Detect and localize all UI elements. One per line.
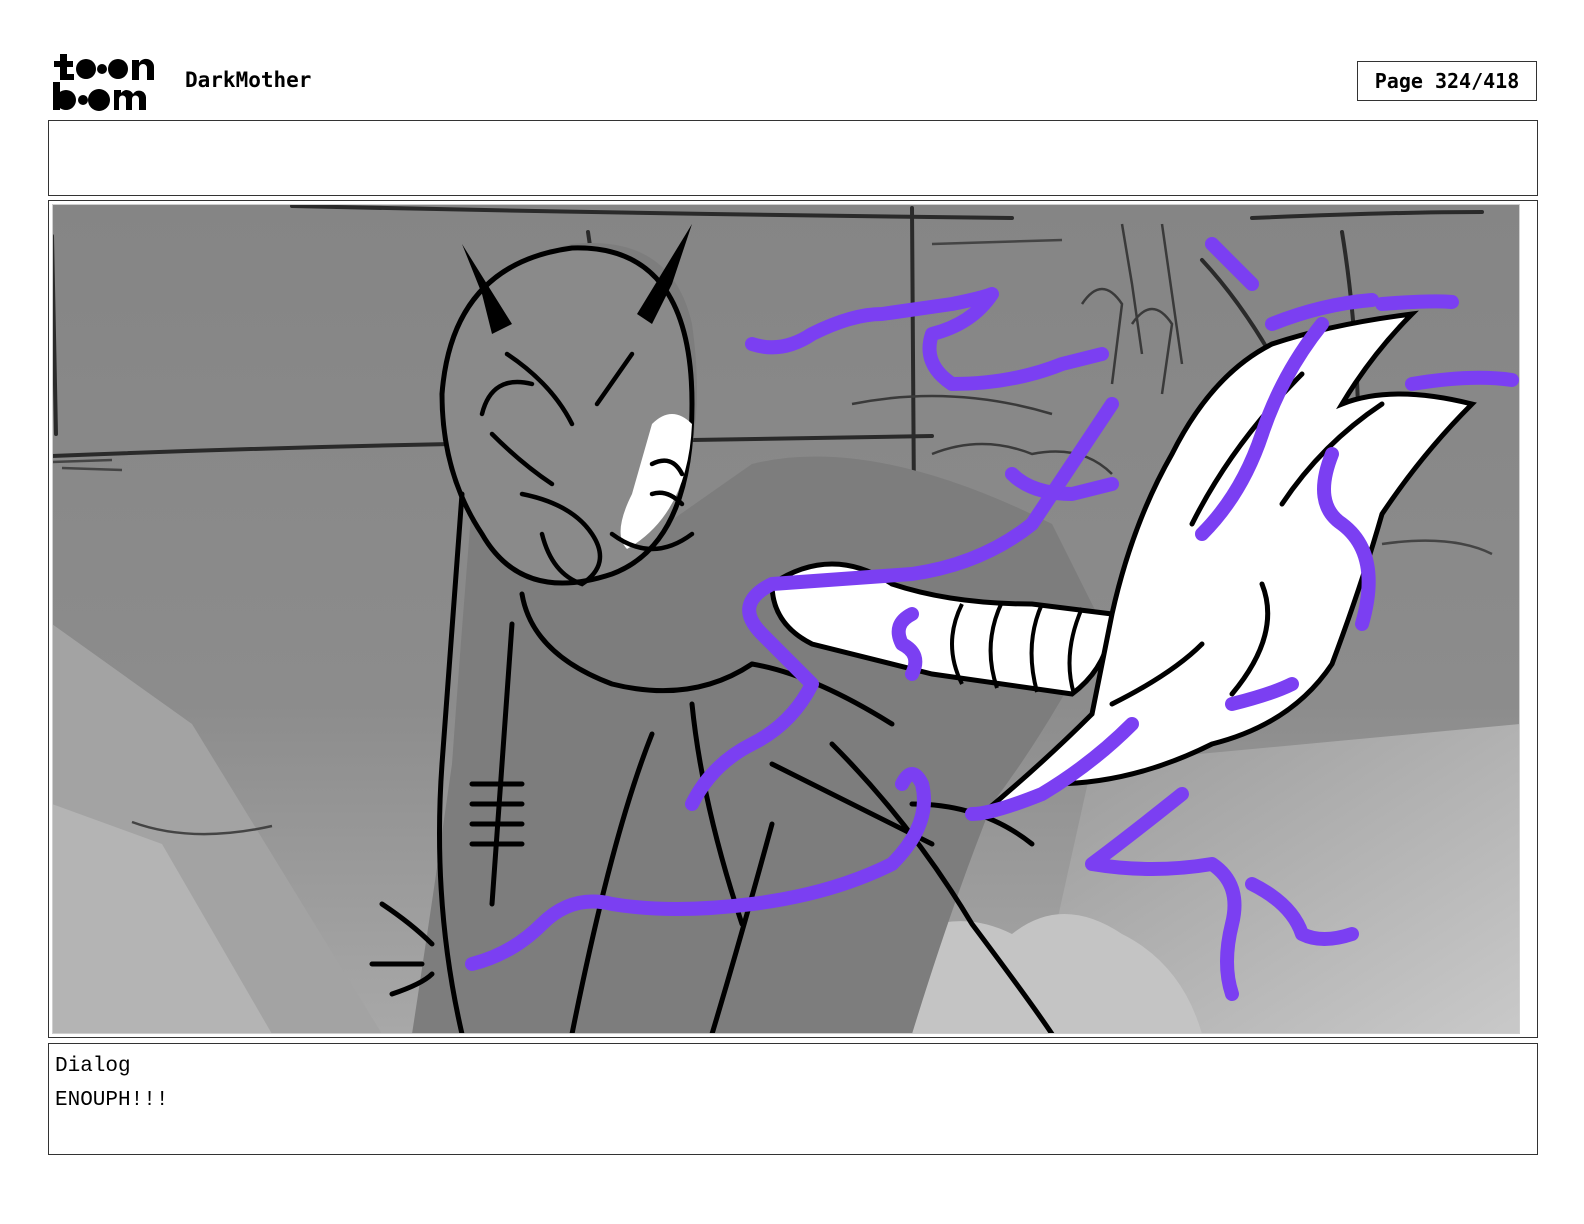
dialog-label: Dialog	[55, 1055, 131, 1078]
page-number: Page 324/418	[1357, 61, 1537, 101]
logo-mark-icon	[53, 54, 155, 111]
toonboom-logo	[52, 52, 164, 112]
dialog-box: Dialog ENOUPH!!!	[48, 1043, 1538, 1155]
project-title: DarkMother	[185, 68, 312, 92]
storyboard-panel-image	[52, 204, 1520, 1034]
action-notes-box	[48, 120, 1538, 196]
dialog-text: ENOUPH!!!	[55, 1089, 169, 1112]
